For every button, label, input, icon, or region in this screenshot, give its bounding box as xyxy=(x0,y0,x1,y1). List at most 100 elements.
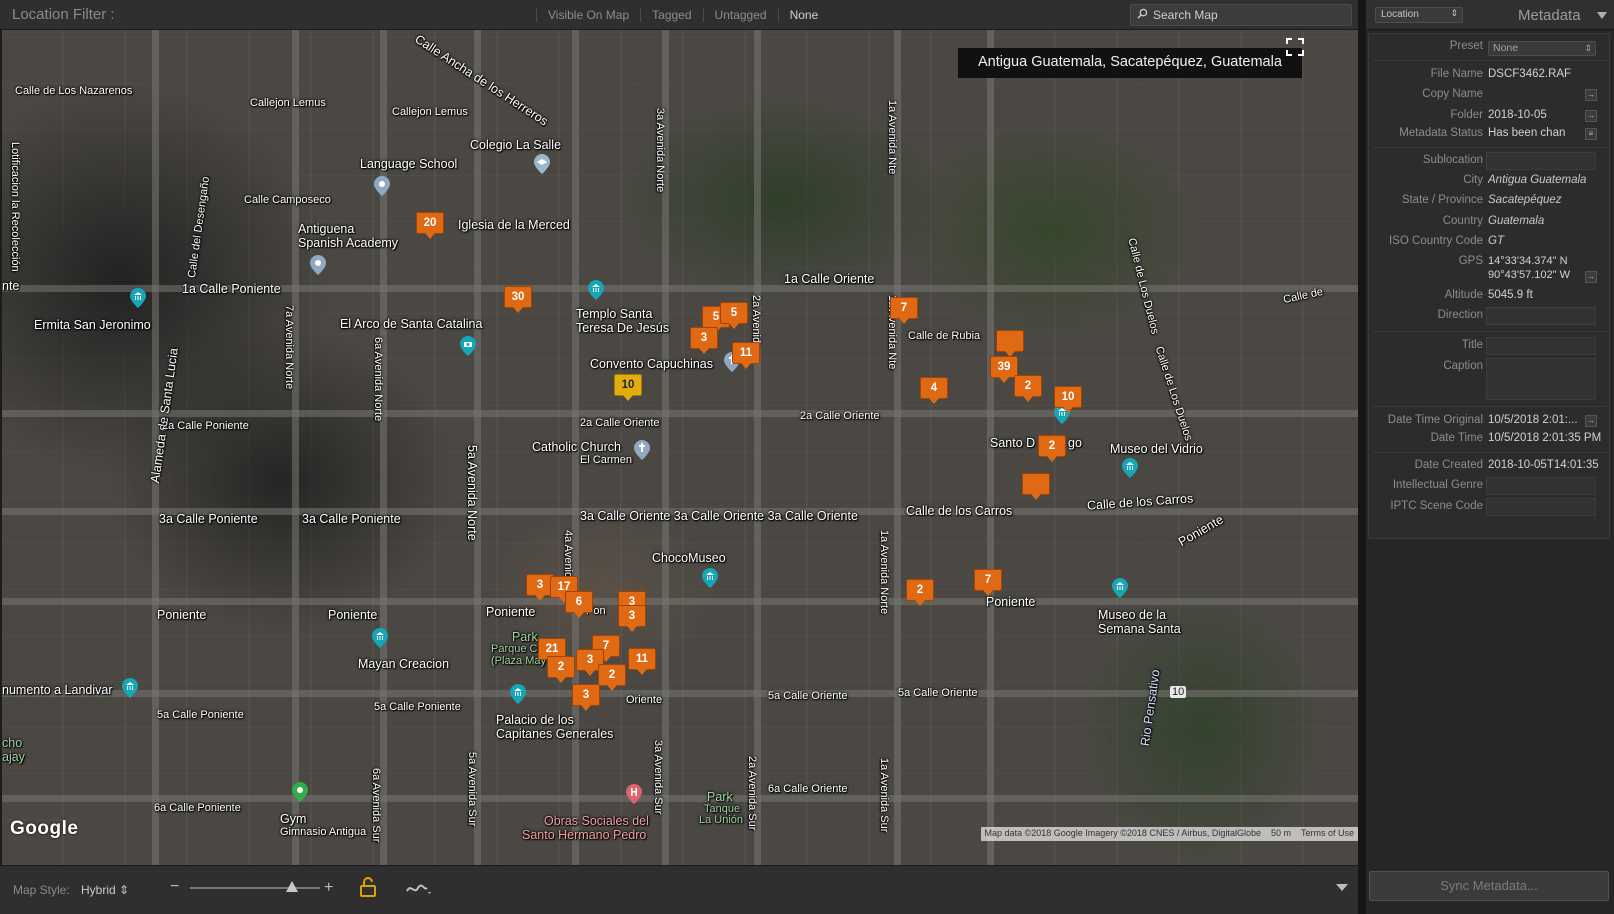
museum-poi-icon[interactable] xyxy=(510,684,526,704)
arrow-right-icon[interactable]: → xyxy=(1585,415,1597,427)
date-time-value[interactable]: 10/5/2018 2:01:35 PM xyxy=(1488,432,1606,444)
iptc-scene-code-row: IPTC Scene Code xyxy=(1369,498,1611,516)
photo-count: 2 xyxy=(906,579,934,601)
date-time-label: Date Time xyxy=(1430,432,1483,444)
photo-count: 6 xyxy=(565,591,593,613)
arrow-right-icon[interactable]: → xyxy=(1585,110,1597,122)
caption-field[interactable] xyxy=(1486,358,1596,400)
label-el-carmen: El Carmen xyxy=(580,454,632,466)
tracklog-icon[interactable] xyxy=(405,880,433,896)
museum-poi-icon[interactable] xyxy=(588,280,604,300)
chevron-down-icon[interactable] xyxy=(1336,884,1348,891)
label-ajay: ajay xyxy=(2,750,25,764)
filter-visible-on-map[interactable]: Visible On Map xyxy=(536,8,640,22)
gps-longitude[interactable]: 90°43'57.102" W xyxy=(1488,269,1598,281)
hospital-poi-icon[interactable] xyxy=(626,784,642,804)
label-museo-vidrio: Museo del Vidrio xyxy=(1110,442,1203,456)
title-field[interactable] xyxy=(1486,337,1596,355)
museum-poi-icon[interactable] xyxy=(1122,458,1138,478)
city-value[interactable]: Antigua Guatemala xyxy=(1488,174,1598,186)
iso-value[interactable]: GT xyxy=(1488,235,1598,247)
museum-poi-icon[interactable] xyxy=(130,288,146,308)
arrow-right-icon[interactable]: → xyxy=(1585,89,1597,101)
preset-value: None xyxy=(1493,42,1519,54)
museum-poi-icon[interactable] xyxy=(372,628,388,648)
preset-select[interactable]: None ⇕ xyxy=(1488,41,1596,56)
museum-poi-icon[interactable] xyxy=(122,678,138,698)
satellite-map[interactable]: Calle de Los Nazarenos Callejon Lemus Ca… xyxy=(2,30,1358,865)
label-callejon-lemus-2: Callejon Lemus xyxy=(392,106,468,118)
intellectual-genre-row: Intellectual Genre xyxy=(1369,477,1611,495)
list-icon[interactable]: ≡ xyxy=(1585,128,1597,140)
lock-icon[interactable] xyxy=(358,875,378,899)
attribution-text: Map data ©2018 Google Imagery ©2018 CNES… xyxy=(984,828,1261,838)
photo-count: 2 xyxy=(1038,435,1066,457)
divider xyxy=(1373,452,1607,453)
label-6a-calle-oriente: 6a Calle Oriente xyxy=(768,783,848,795)
state-value[interactable]: Sacatepéquez xyxy=(1488,194,1598,206)
iptc-scene-code-field[interactable] xyxy=(1486,498,1596,516)
folder-row: Folder 2018-10-05 → xyxy=(1369,107,1611,125)
intellectual-genre-field[interactable] xyxy=(1486,477,1596,495)
metadata-set-select[interactable]: Location ⇕ xyxy=(1375,7,1463,23)
updown-arrows-icon: ⇕ xyxy=(1450,8,1458,18)
label-2a-calle-oriente-2: 2a Calle Oriente xyxy=(800,410,880,422)
label-obras-sociales-1: Obras Sociales del xyxy=(544,814,649,828)
gps-label: GPS xyxy=(1458,255,1483,267)
sublocation-field[interactable] xyxy=(1486,152,1596,170)
map-scale: 50 m xyxy=(1270,828,1291,838)
date-time-original-value[interactable]: 10/5/2018 2:01:... xyxy=(1488,414,1584,426)
label-calle-carros-1: Calle de los Carros xyxy=(906,504,1013,518)
zoom-slider[interactable] xyxy=(190,887,320,889)
label-poniente-right: Poniente xyxy=(1176,512,1226,550)
google-logo: Google xyxy=(10,818,79,839)
photo-count: 2 xyxy=(598,664,626,686)
search-map-box[interactable] xyxy=(1130,4,1352,26)
museum-poi-icon[interactable] xyxy=(1112,578,1128,598)
label-palacio-2: Capitanes Generales xyxy=(496,727,614,741)
photo-count: 3 xyxy=(572,684,600,706)
country-value[interactable]: Guatemala xyxy=(1488,215,1598,227)
filter-untagged[interactable]: Untagged xyxy=(702,8,778,22)
file-name-value[interactable]: DSCF3462.RAF xyxy=(1488,68,1598,80)
filter-tagged[interactable]: Tagged xyxy=(640,8,702,22)
direction-field[interactable] xyxy=(1486,307,1596,325)
school-poi-icon[interactable] xyxy=(534,154,550,174)
photo-count: 4 xyxy=(920,377,948,399)
sublocation-row: Sublocation xyxy=(1369,152,1611,170)
altitude-value[interactable]: 5045.9 ft xyxy=(1488,289,1598,301)
label-poniente-4: Poniente xyxy=(986,595,1036,609)
gym-poi-icon[interactable] xyxy=(292,782,308,802)
caption-row: Caption xyxy=(1369,358,1611,400)
terms-of-use-link[interactable]: Terms of Use xyxy=(1301,828,1354,840)
zoom-in-button[interactable]: + xyxy=(324,879,333,897)
sync-metadata-button[interactable]: Sync Metadata... xyxy=(1369,871,1609,901)
arrow-right-icon[interactable]: → xyxy=(1585,271,1597,283)
label-mayan-creacion: Mayan Creacion xyxy=(358,657,450,671)
gps-latitude[interactable]: 14°33'34.374" N xyxy=(1488,255,1598,267)
direction-label: Direction xyxy=(1437,309,1483,321)
place-poi-icon[interactable] xyxy=(310,255,326,275)
title-row: Title xyxy=(1369,337,1611,355)
search-map-input[interactable] xyxy=(1153,7,1348,23)
label-calle-de-rubia: Calle de Rubia xyxy=(908,330,981,342)
city-label: City xyxy=(1463,174,1483,186)
divider xyxy=(1373,406,1607,407)
metadata-status-value: Has been chan xyxy=(1488,127,1566,139)
camera-poi-icon[interactable] xyxy=(460,336,476,356)
museum-poi-icon[interactable] xyxy=(702,568,718,588)
filter-none[interactable]: None xyxy=(777,8,830,22)
label-gimnasio-antigua: Gimnasio Antigua xyxy=(280,826,367,838)
date-created-value[interactable]: 2018-10-05T14:01:35 xyxy=(1488,459,1606,471)
zoom-out-button[interactable]: − xyxy=(170,879,184,895)
place-poi-icon[interactable] xyxy=(374,176,390,196)
fullscreen-icon[interactable] xyxy=(1284,36,1306,58)
zoom-slider-thumb[interactable] xyxy=(286,881,298,892)
country-label: Country xyxy=(1442,215,1483,227)
panel-collapse-icon[interactable] xyxy=(1597,12,1607,19)
panel-divider[interactable] xyxy=(1358,0,1366,914)
church-poi-icon[interactable] xyxy=(634,440,650,460)
date-time-original-label: Date Time Original xyxy=(1387,414,1483,426)
map-style-select[interactable]: Hybrid ⇕ xyxy=(77,881,133,899)
iptc-scene-code-label: IPTC Scene Code xyxy=(1390,500,1483,512)
